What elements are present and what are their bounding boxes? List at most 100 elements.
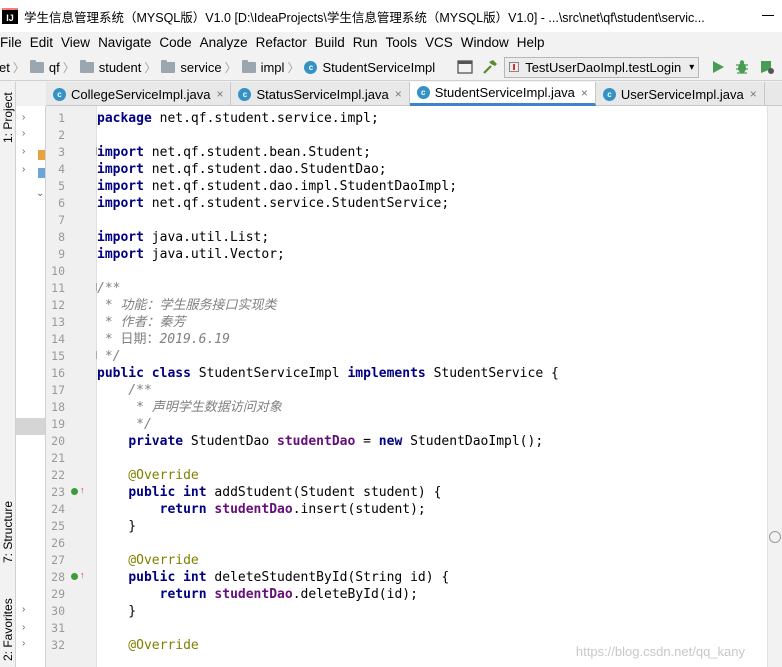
menu-window[interactable]: Window: [459, 35, 515, 50]
close-icon[interactable]: ×: [395, 87, 402, 101]
line-number[interactable]: 27: [46, 552, 65, 569]
debug-icon[interactable]: [734, 59, 750, 75]
close-icon[interactable]: ×: [750, 87, 757, 101]
menu-tools[interactable]: Tools: [384, 35, 424, 50]
tree-row-selected[interactable]: [16, 418, 45, 435]
line-number[interactable]: 26: [46, 535, 65, 552]
line-number[interactable]: 11: [46, 280, 65, 297]
code-line-24: return studentDao.insert(student);: [97, 501, 767, 518]
line-number[interactable]: 19: [46, 416, 65, 433]
implements-method-icon[interactable]: [71, 488, 78, 495]
menu-help[interactable]: Help: [515, 35, 551, 50]
line-number[interactable]: 4: [46, 161, 65, 178]
breadcrumb-service[interactable]: service: [161, 59, 222, 75]
line-number[interactable]: 5: [46, 178, 65, 195]
line-number[interactable]: 3: [46, 144, 65, 161]
line-number[interactable]: 32: [46, 637, 65, 654]
line-number[interactable]: 25: [46, 518, 65, 535]
editor-gutter[interactable]: ↑ ↑ 1 2 3 4 5 6 7 8 9 10 11 12 13 14 15 16 17 18 19 20 21 22 2…: [46, 106, 104, 667]
code-text: net.qf.student.dao.StudentDao;: [143, 162, 387, 177]
line-number[interactable]: 10: [46, 263, 65, 280]
project-structure-icon[interactable]: [457, 59, 473, 75]
close-icon[interactable]: ×: [581, 86, 588, 100]
line-number[interactable]: 17: [46, 382, 65, 399]
keyword-import: import: [97, 230, 144, 245]
line-number[interactable]: 6: [46, 195, 65, 212]
tree-row[interactable]: ›: [22, 128, 25, 139]
breadcrumb-studentserviceimpl[interactable]: c StudentServiceImpl: [304, 60, 435, 75]
build-hammer-icon[interactable]: [482, 59, 498, 75]
tree-row[interactable]: ›: [22, 622, 25, 633]
menu-view[interactable]: View: [59, 35, 96, 50]
breadcrumb-impl[interactable]: impl: [241, 59, 284, 75]
structure-tool-tab[interactable]: 7: Structure: [0, 492, 16, 572]
menu-vcs[interactable]: VCS: [423, 35, 459, 50]
menu-edit[interactable]: Edit: [28, 35, 59, 50]
line-number[interactable]: 22: [46, 467, 65, 484]
breadcrumb-qf[interactable]: qf: [29, 59, 60, 75]
line-number[interactable]: 20: [46, 433, 65, 450]
line-number[interactable]: 9: [46, 246, 65, 263]
line-number[interactable]: 29: [46, 586, 65, 603]
junit-icon: [509, 62, 520, 72]
field-name: studentDao: [214, 502, 293, 517]
line-number[interactable]: 15: [46, 348, 65, 365]
tree-row[interactable]: ›: [22, 638, 25, 649]
window-title: 学生信息管理系统（MYSQL版）V1.0 [D:\IdeaProjects\学生…: [24, 10, 705, 25]
line-number[interactable]: 28: [46, 569, 65, 586]
line-number[interactable]: 24: [46, 501, 65, 518]
favorites-tool-tab[interactable]: 2: Favorites: [0, 592, 16, 667]
keyword-public-int: public int: [128, 570, 207, 585]
line-number[interactable]: 8: [46, 229, 65, 246]
close-icon[interactable]: ×: [216, 87, 223, 101]
menu-analyze[interactable]: Analyze: [198, 35, 254, 50]
line-number[interactable]: 16: [46, 365, 65, 382]
project-tool-tab[interactable]: 1: Project: [0, 88, 16, 148]
line-number[interactable]: 1: [46, 110, 65, 127]
line-number[interactable]: 18: [46, 399, 65, 416]
minimize-icon[interactable]: [762, 9, 774, 21]
editor-tab-bar: c CollegeServiceImpl.java × c StatusServ…: [46, 82, 782, 106]
line-number[interactable]: 23: [46, 484, 65, 501]
menu-code[interactable]: Code: [157, 35, 197, 50]
settings-gear-icon[interactable]: [769, 531, 781, 543]
line-number[interactable]: 30: [46, 603, 65, 620]
tree-row[interactable]: ›: [22, 112, 25, 123]
menu-file[interactable]: File: [0, 35, 28, 50]
field-name: studentDao: [214, 587, 293, 602]
breadcrumb-label: service: [180, 59, 222, 75]
watermark: https://blog.csdn.net/qq_kany: [575, 644, 745, 659]
breadcrumb-student[interactable]: student: [79, 59, 141, 75]
tree-row[interactable]: ⌄: [36, 188, 44, 199]
folder-icon: [38, 168, 45, 178]
breadcrumb-et[interactable]: et: [0, 60, 10, 75]
tab-student-service-impl[interactable]: c StudentServiceImpl.java ×: [409, 82, 596, 106]
run-with-coverage-icon[interactable]: [759, 59, 775, 75]
line-number[interactable]: 13: [46, 314, 65, 331]
line-number[interactable]: 31: [46, 620, 65, 637]
keyword-import: import: [97, 247, 144, 262]
tree-row[interactable]: ›: [22, 164, 25, 175]
line-number[interactable]: 21: [46, 450, 65, 467]
tab-user-service-impl[interactable]: c UserServiceImpl.java ×: [596, 82, 765, 106]
line-number[interactable]: 7: [46, 212, 65, 229]
tab-status-service-impl[interactable]: c StatusServiceImpl.java ×: [231, 82, 410, 106]
tree-row[interactable]: ›: [22, 604, 25, 615]
tree-row[interactable]: ›: [22, 146, 25, 157]
menu-refactor[interactable]: Refactor: [254, 35, 313, 50]
tab-label: UserServiceImpl.java: [620, 86, 744, 102]
chevron-right-icon: 〉: [224, 60, 237, 75]
tab-college-service-impl[interactable]: c CollegeServiceImpl.java ×: [46, 82, 232, 106]
line-number[interactable]: 14: [46, 331, 65, 348]
implements-method-icon[interactable]: [71, 573, 78, 580]
menu-run[interactable]: Run: [351, 35, 384, 50]
line-number[interactable]: 12: [46, 297, 65, 314]
code-line-28: public int deleteStudentById(String id) …: [97, 569, 767, 586]
run-icon[interactable]: [711, 59, 725, 75]
line-number[interactable]: 2: [46, 127, 65, 144]
run-configuration-select[interactable]: TestUserDaoImpl.testLogin ▾: [504, 56, 700, 78]
menu-navigate[interactable]: Navigate: [96, 35, 157, 50]
menu-build[interactable]: Build: [313, 35, 351, 50]
code-editor[interactable]: package net.qf.student.service.impl; imp…: [97, 106, 767, 667]
